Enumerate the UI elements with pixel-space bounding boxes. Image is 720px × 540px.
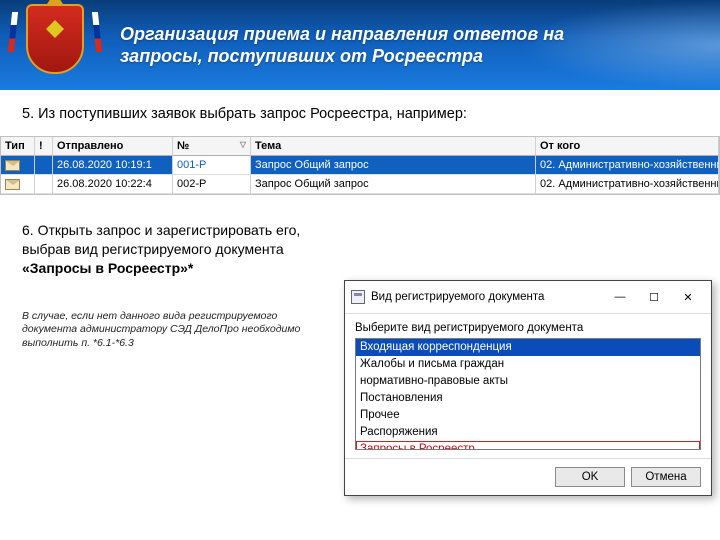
col-number[interactable]: №▽: [173, 137, 251, 156]
col-type[interactable]: Тип: [1, 137, 35, 156]
col-sent[interactable]: Отправлено: [53, 137, 173, 156]
cell-sent: 26.08.2020 10:19:1: [53, 156, 173, 175]
col-flag[interactable]: !: [35, 137, 53, 156]
envelope-icon: [5, 160, 20, 171]
dialog-label: Выберите вид регистрируемого документа: [355, 322, 701, 334]
maximize-button[interactable]: ☐: [637, 286, 671, 308]
cell-flag: [35, 175, 53, 194]
document-icon: [351, 290, 365, 304]
list-item[interactable]: нормативно-правовые акты: [356, 373, 700, 390]
list-item[interactable]: Прочее: [356, 407, 700, 424]
cell-from: 02. Административно-хозяйственны: [536, 175, 719, 194]
document-type-listbox[interactable]: Входящая корреспонденция Жалобы и письма…: [355, 338, 701, 450]
ok-button[interactable]: OK: [555, 467, 625, 487]
requests-table: Тип ! Отправлено №▽ Тема От кого 26.08.2…: [0, 136, 720, 195]
cell-from: 02. Административно-хозяйственны: [536, 156, 719, 175]
cancel-button[interactable]: Отмена: [631, 467, 701, 487]
cell-type: [1, 175, 35, 194]
close-button[interactable]: ✕: [671, 286, 705, 308]
table-header-row: Тип ! Отправлено №▽ Тема От кого: [1, 137, 719, 156]
minimize-button[interactable]: —: [603, 286, 637, 308]
dialog-title: Вид регистрируемого документа: [371, 291, 603, 303]
step-5-text: 5. Из поступивших заявок выбрать запрос …: [22, 106, 698, 122]
table-row[interactable]: 26.08.2020 10:22:4 002-Р Запрос Общий за…: [1, 175, 719, 194]
step-6-text: 6. Открыть запрос и зарегистрировать его…: [22, 221, 312, 278]
col-from[interactable]: От кого: [536, 137, 719, 156]
col-subject[interactable]: Тема: [251, 137, 536, 156]
table-row[interactable]: 26.08.2020 10:19:1 001-Р Запрос Общий за…: [1, 156, 719, 175]
slide-title: Организация приема и направления ответов…: [120, 23, 580, 68]
list-item[interactable]: Жалобы и письма граждан: [356, 356, 700, 373]
footnote: В случае, если нет данного вида регистри…: [22, 310, 312, 351]
coat-of-arms-icon: [10, 4, 100, 86]
cell-subject: Запрос Общий запрос: [251, 156, 536, 175]
list-item[interactable]: Входящая корреспонденция: [356, 339, 700, 356]
cell-subject: Запрос Общий запрос: [251, 175, 536, 194]
cell-number: 002-Р: [173, 175, 251, 194]
slide-header: Организация приема и направления ответов…: [0, 0, 720, 90]
cell-type: [1, 156, 35, 175]
envelope-icon: [5, 179, 20, 190]
sort-indicator-icon: ▽: [240, 140, 246, 149]
list-item[interactable]: Постановления: [356, 390, 700, 407]
dialog-titlebar[interactable]: Вид регистрируемого документа — ☐ ✕: [345, 281, 711, 314]
cell-sent: 26.08.2020 10:22:4: [53, 175, 173, 194]
document-type-dialog: Вид регистрируемого документа — ☐ ✕ Выбе…: [344, 280, 712, 496]
cell-number: 001-Р: [173, 156, 251, 175]
list-item[interactable]: Распоряжения: [356, 424, 700, 441]
list-item[interactable]: Запросы в Росреестр: [356, 441, 700, 450]
cell-flag: [35, 156, 53, 175]
